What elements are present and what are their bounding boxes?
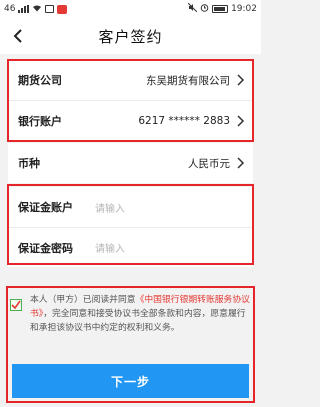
currency-card: 币种 人民币元 <box>8 143 253 183</box>
image-icon <box>45 5 55 13</box>
battery-icon <box>212 5 229 13</box>
currency-row[interactable]: 币种 人民币元 <box>8 143 253 183</box>
highlight-box-account <box>7 59 254 142</box>
chevron-right-icon <box>237 157 245 169</box>
currency-value: 人民币元 <box>188 157 230 170</box>
status-time: 19:02 <box>231 4 257 14</box>
highlight-box-margin <box>7 184 254 265</box>
status-right: 19:02 <box>187 2 257 15</box>
currency-label: 币种 <box>18 157 40 170</box>
app-notification-icon <box>57 4 68 14</box>
wifi-icon <box>32 4 42 15</box>
nav-bar: 客户签约 <box>0 18 261 54</box>
page-title: 客户签约 <box>98 27 163 46</box>
chevron-left-icon <box>13 29 22 43</box>
highlight-box-agreement <box>6 286 255 403</box>
mute-icon <box>187 2 198 15</box>
signal-icon <box>18 5 30 13</box>
back-button[interactable] <box>8 25 30 47</box>
status-left: 46 <box>4 4 68 15</box>
carrier-label: 46 <box>4 4 16 14</box>
status-bar: 46 19:02 <box>0 0 261 18</box>
alarm-icon <box>200 3 209 15</box>
